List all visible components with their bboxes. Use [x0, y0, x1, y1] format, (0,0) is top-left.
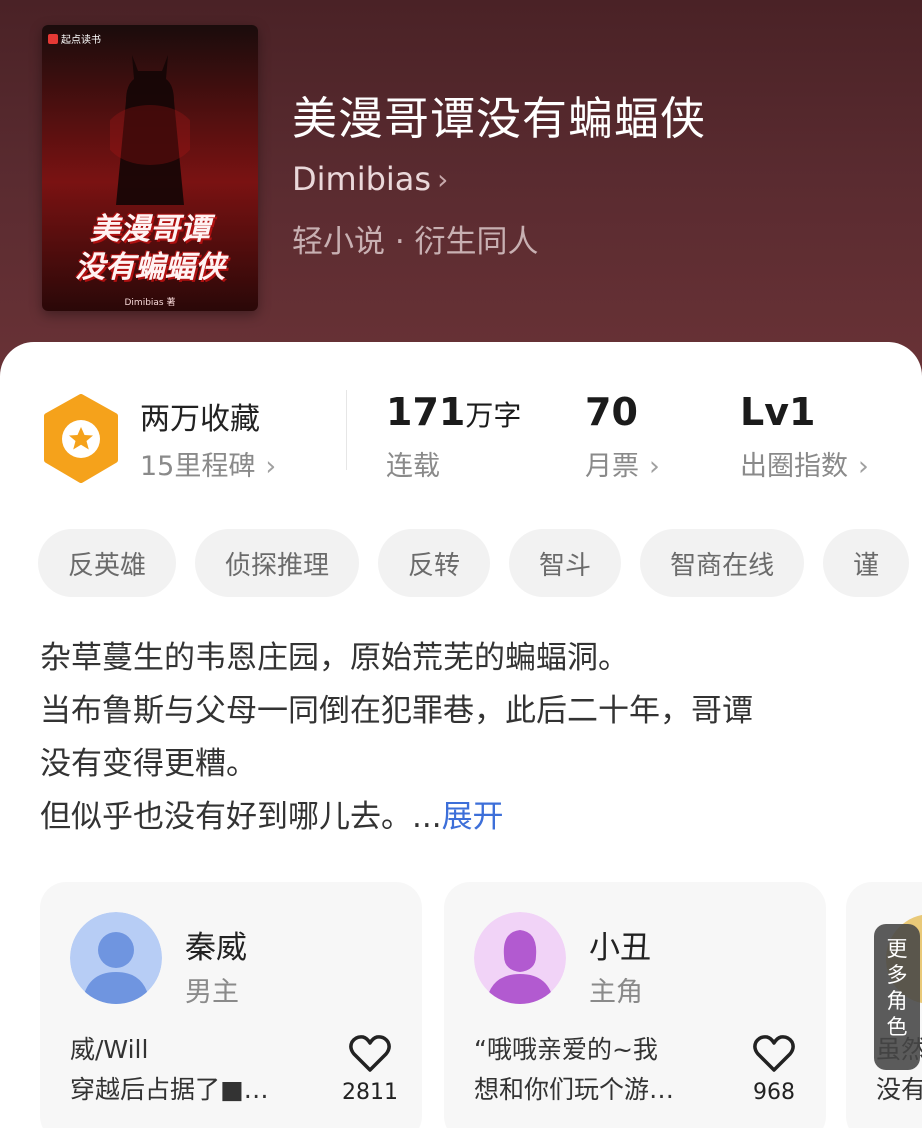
tag-chip[interactable]: 谨 [823, 529, 910, 597]
divider [346, 390, 347, 470]
brand-logo-icon [48, 33, 58, 44]
character-avatar [474, 912, 566, 1004]
character-card[interactable]: 小丑 主角 “哦哦亲爱的~我 想和你们玩个游… 968 [444, 882, 826, 1128]
like-count: 968 [753, 1080, 795, 1105]
chevron-right-icon: › [858, 451, 869, 482]
expand-link[interactable]: 展开 [442, 799, 504, 835]
popularity-index-stat[interactable]: Lv1 出圈指数 › [740, 390, 869, 483]
word-count-stat: 171万字 连载 [386, 390, 522, 482]
more-characters-button[interactable]: 更多角色 [874, 924, 920, 1070]
cover-author: Dimibias 著 [124, 298, 176, 308]
star-badge-icon [44, 394, 118, 483]
book-header: 起点读书 美漫哥谭 没有蝙蝠侠 Dimibias 著 美漫哥谭没有蝙蝠侠 Dim… [0, 0, 922, 400]
tag-chip[interactable]: 反英雄 [38, 529, 177, 597]
character-quote: 威/Will 穿越后占据了■… [70, 1035, 269, 1104]
tag-chip[interactable]: 智斗 [509, 529, 622, 597]
book-info-card: 两万收藏 15里程碑 › 171万字 连载 70 月票 › Lv1 出圈指数 › 反英… [0, 342, 922, 1128]
character-card[interactable]: 秦威 男主 威/Will 穿越后占据了■… 2811 [40, 882, 422, 1128]
more-characters-card[interactable]: 虽然 没有 更多角色 [846, 882, 922, 1128]
character-role: 男主 [185, 977, 239, 1008]
tag-chip[interactable]: 智商在线 [640, 529, 805, 597]
chevron-right-icon: › [649, 451, 660, 482]
cover-brand: 起点读书 [48, 31, 101, 46]
tag-list: 反英雄 侦探推理 反转 智斗 智商在线 谨 [38, 529, 910, 599]
author-link[interactable]: Dimibias › [292, 160, 448, 198]
monthly-tickets-stat[interactable]: 70 月票 › [585, 390, 660, 483]
character-name: 小丑 [589, 930, 651, 966]
heart-icon[interactable] [752, 1034, 796, 1074]
book-cover[interactable]: 起点读书 美漫哥谭 没有蝙蝠侠 Dimibias 著 [42, 25, 258, 311]
chevron-right-icon: › [265, 451, 277, 482]
milestones-link[interactable]: 15里程碑 › [140, 444, 276, 483]
tag-chip[interactable]: 反转 [378, 529, 491, 597]
heart-icon[interactable] [348, 1034, 392, 1074]
character-avatar [70, 912, 162, 1004]
serial-status: 连载 [386, 451, 440, 482]
character-role: 主角 [589, 977, 643, 1008]
book-title: 美漫哥谭没有蝙蝠侠 [292, 92, 707, 145]
chevron-right-icon: › [437, 162, 449, 196]
book-description: 杂草蔓生的韦恩庄园，原始荒芜的蝙蝠洞。 当布鲁斯与父母一同倒在犯罪巷，此后二十年… [40, 640, 753, 835]
cover-title: 美漫哥谭 没有蝙蝠侠 [75, 212, 225, 285]
favorites-count: 两万收藏 [140, 402, 260, 437]
author-name: Dimibias [292, 160, 432, 198]
more-characters-label: 更多角色 [886, 937, 908, 1039]
character-quote: “哦哦亲爱的~我 想和你们玩个游… [474, 1035, 675, 1104]
like-count: 2811 [342, 1080, 398, 1105]
batman-silhouette-icon [110, 55, 190, 205]
character-name: 秦威 [185, 930, 247, 966]
book-genre: 轻小说 · 衍生同人 [292, 224, 539, 260]
tag-chip[interactable]: 侦探推理 [195, 529, 360, 597]
